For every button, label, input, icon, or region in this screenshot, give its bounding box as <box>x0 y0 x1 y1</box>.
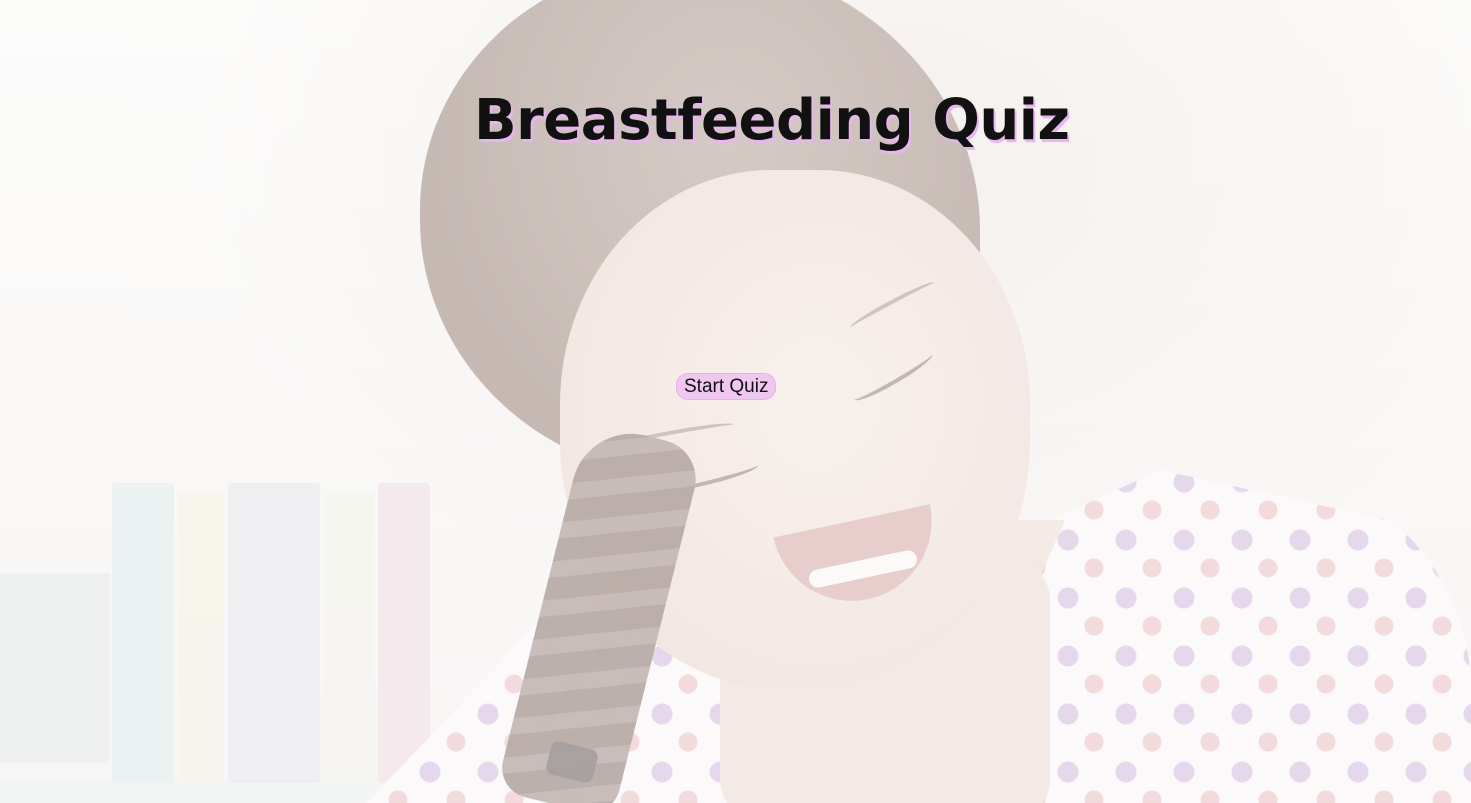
page-title: Breastfeeding Quiz <box>474 88 1070 153</box>
start-quiz-button[interactable]: Start Quiz <box>676 373 777 400</box>
